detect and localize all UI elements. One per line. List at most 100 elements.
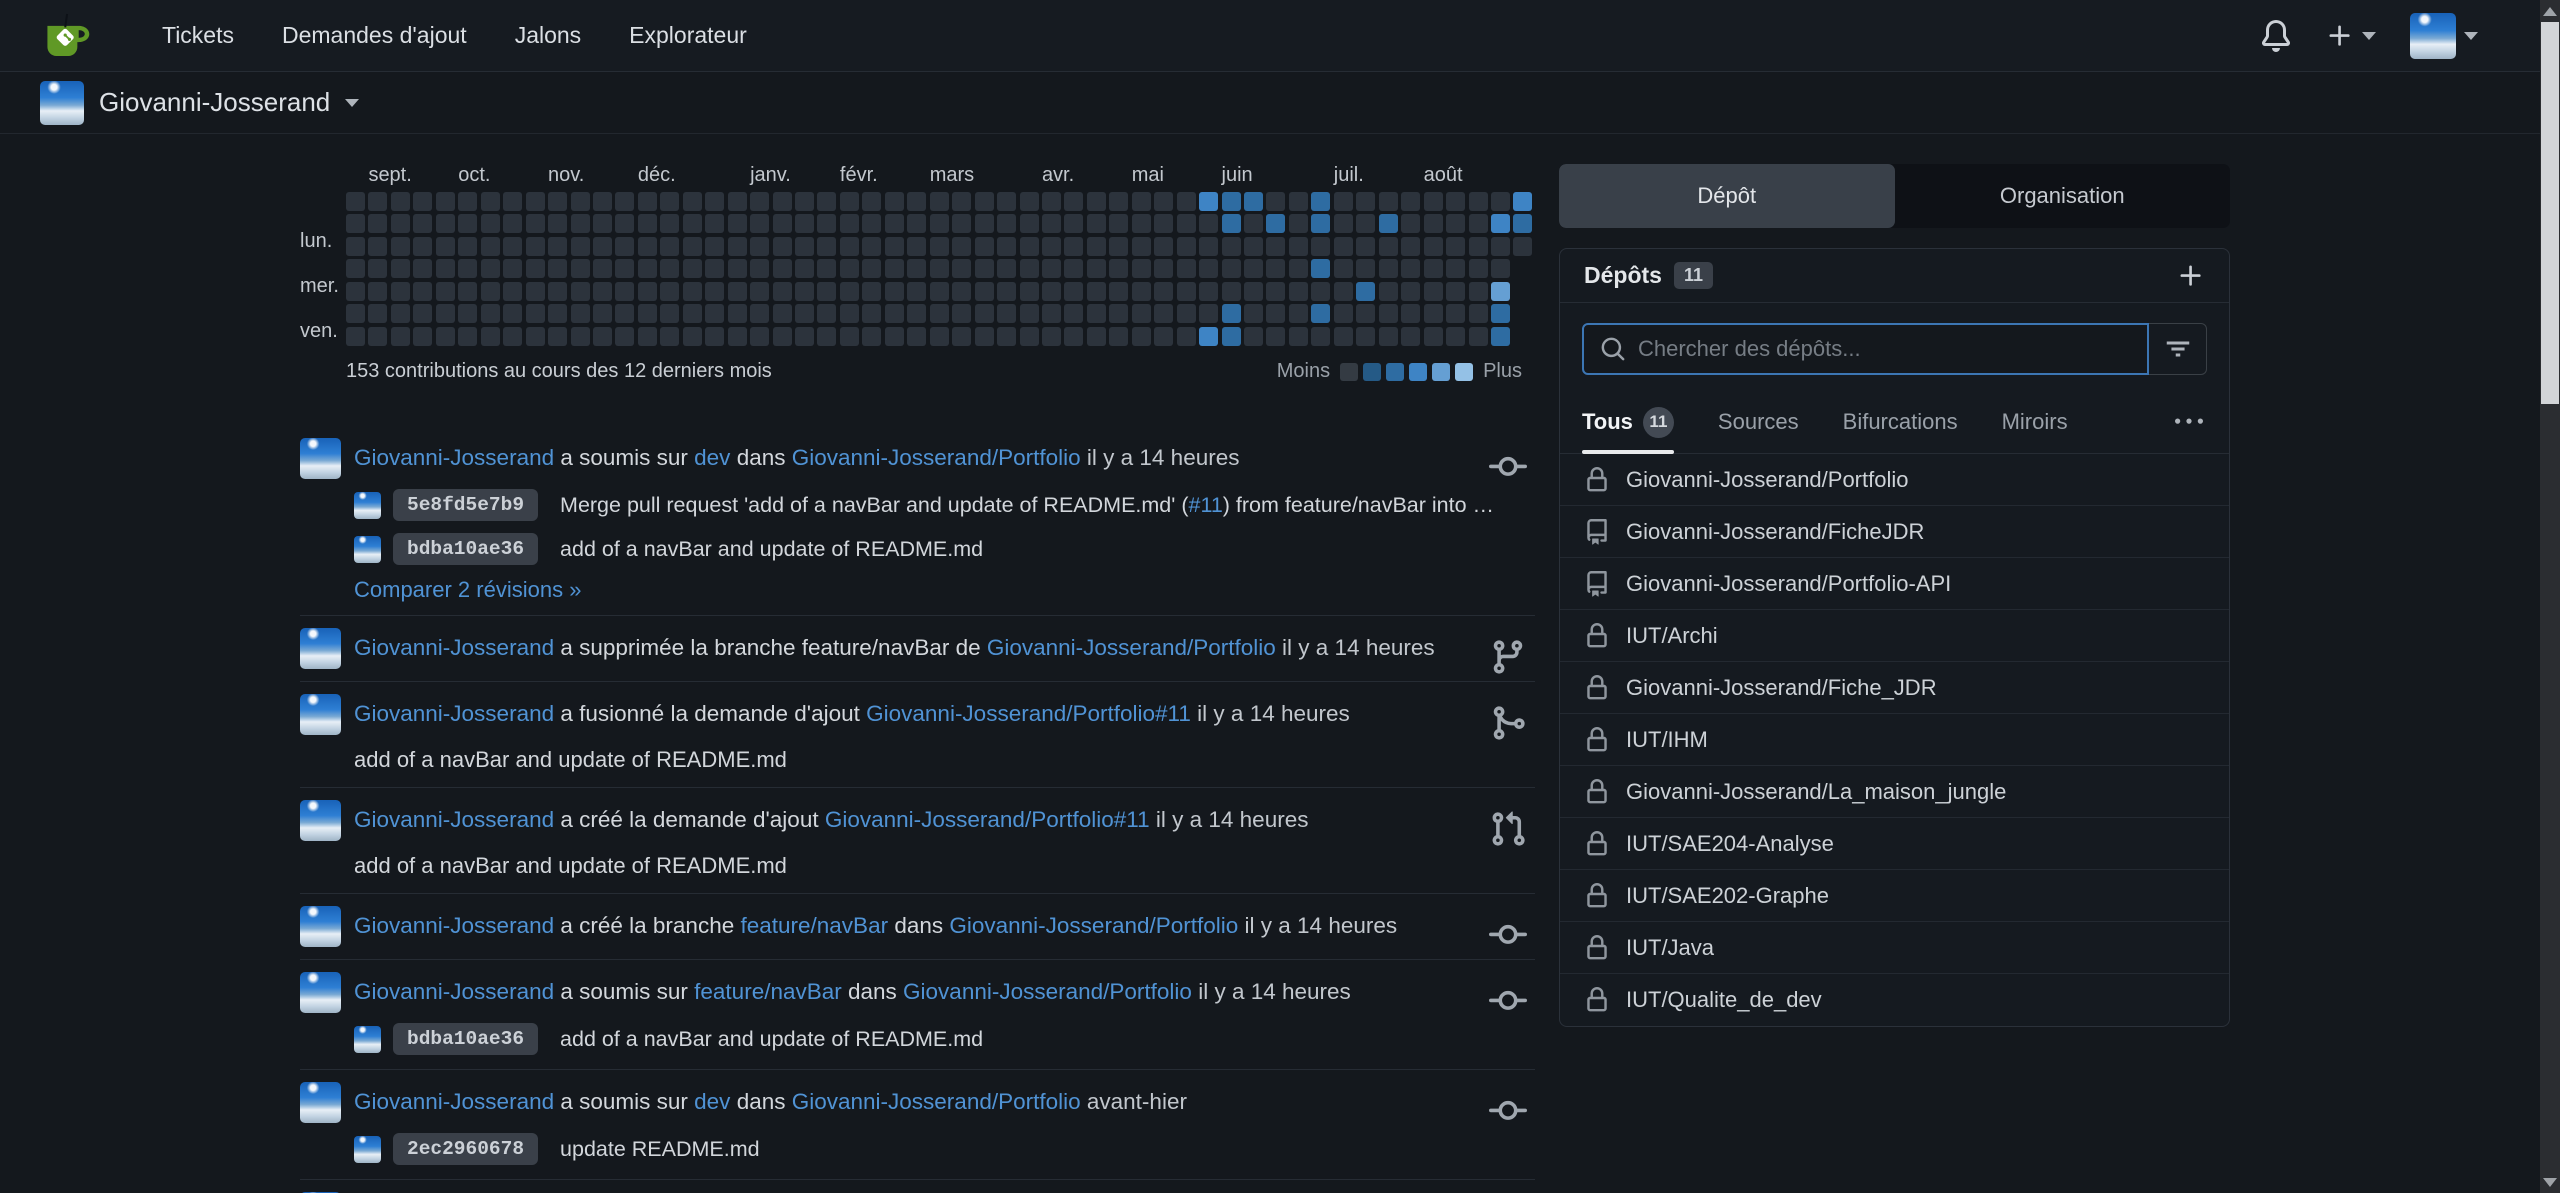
inline-link[interactable]: Giovanni-Josserand/Portfolio [792, 445, 1081, 470]
commit-row: 2ec2960678 update README.md [354, 1131, 1535, 1167]
commit-hash-badge[interactable]: bdba10ae36 [393, 1023, 538, 1055]
heatmap-cell [1244, 304, 1263, 323]
heatmap-cell [750, 192, 769, 211]
repo-filter-tab-sources[interactable]: Sources [1718, 391, 1799, 453]
heatmap-cell [593, 192, 612, 211]
inline-link[interactable]: feature/navBar [694, 979, 842, 1004]
repo-list-item[interactable]: Giovanni-Josserand/FicheJDR [1560, 506, 2229, 558]
heatmap-cell [683, 304, 702, 323]
heatmap-cell [1424, 282, 1443, 301]
compare-revisions-link[interactable]: Comparer 2 révisions » [354, 577, 581, 603]
inline-link[interactable]: dev [694, 1089, 730, 1114]
feed-entry: Giovanni-Josserand a soumis sur dev dans… [300, 426, 1535, 616]
inline-link[interactable]: Giovanni-Josserand/Portfolio [949, 913, 1238, 938]
inline-link[interactable]: Giovanni-Josserand/Portfolio [987, 635, 1276, 660]
more-filters-kebab-icon[interactable] [2175, 408, 2207, 436]
inline-link[interactable]: Giovanni-Josserand [354, 635, 554, 660]
tab-organisation[interactable]: Organisation [1895, 164, 2231, 228]
repo-name[interactable]: IUT/Java [1626, 935, 1714, 961]
inline-link[interactable]: dev [694, 445, 730, 470]
repo-list-item[interactable]: IUT/SAE204-Analyse [1560, 818, 2229, 870]
repo-name[interactable]: Giovanni-Josserand/Portfolio [1626, 467, 1908, 493]
heatmap-cell [705, 259, 724, 278]
heatmap-cell [975, 192, 994, 211]
git-commit-icon [1489, 1092, 1527, 1130]
repo-name[interactable]: IUT/Qualite_de_dev [1626, 987, 1822, 1013]
chevron-down-icon[interactable] [345, 99, 359, 107]
heatmap-cell [952, 327, 971, 346]
plus-icon [2326, 22, 2354, 50]
repo-filter-tab-bifurcations[interactable]: Bifurcations [1843, 391, 1958, 453]
commit-message: add of a navBar and update of README.md [560, 537, 983, 562]
inline-link[interactable]: Giovanni-Josserand [354, 1089, 554, 1114]
heatmap-cell [1401, 192, 1420, 211]
repo-filter-button[interactable] [2149, 323, 2207, 375]
inline-link[interactable]: #11 [1189, 493, 1223, 517]
heatmap-cell [1311, 282, 1330, 301]
repo-name[interactable]: IUT/IHM [1626, 727, 1708, 753]
heatmap-cell [1042, 214, 1061, 233]
navbar-link-explorateur[interactable]: Explorateur [605, 0, 771, 72]
repo-filter-tab-tous[interactable]: Tous11 [1582, 391, 1674, 453]
inline-link[interactable]: Giovanni-Josserand/Portfolio [792, 1089, 1081, 1114]
commit-hash-badge[interactable]: bdba10ae36 [393, 533, 538, 565]
commit-message: update README.md [560, 1137, 760, 1162]
inline-link[interactable]: Giovanni-Josserand [354, 807, 554, 832]
inline-link[interactable]: Giovanni-Josserand/Portfolio#11 [825, 807, 1150, 832]
inline-link[interactable]: Giovanni-Josserand [354, 913, 554, 938]
contribution-heatmap: sept.oct.nov.déc.janv.févr.marsavr.maiju… [300, 164, 1535, 414]
navbar-link-demandes-d-ajout[interactable]: Demandes d'ajout [258, 0, 491, 72]
repo-list-item[interactable]: Giovanni-Josserand/La_maison_jungle [1560, 766, 2229, 818]
repo-name[interactable]: Giovanni-Josserand/FicheJDR [1626, 519, 1924, 545]
navbar-link-jalons[interactable]: Jalons [491, 0, 605, 72]
repo-search-input[interactable] [1638, 336, 2131, 362]
gitea-logo-icon[interactable] [40, 9, 94, 63]
repo-list-item[interactable]: IUT/Archi [1560, 610, 2229, 662]
repo-list-item[interactable]: Giovanni-Josserand/Fiche_JDR [1560, 662, 2229, 714]
notifications-bell-icon[interactable] [2260, 20, 2292, 52]
scrollbar-down-arrow[interactable] [2540, 1171, 2560, 1193]
filter-tab-label: Miroirs [2002, 409, 2068, 435]
navbar-link-tickets[interactable]: Tickets [138, 0, 258, 72]
repo-filter-tab-miroirs[interactable]: Miroirs [2002, 391, 2068, 453]
repo-name[interactable]: Giovanni-Josserand/Fiche_JDR [1626, 675, 1937, 701]
repo-name[interactable]: IUT/Archi [1626, 623, 1718, 649]
scrollbar-up-arrow[interactable] [2540, 0, 2560, 22]
repo-list-item[interactable]: Giovanni-Josserand/Portfolio-API [1560, 558, 2229, 610]
new-repository-plus-icon[interactable] [2177, 262, 2205, 290]
scrollbar-thumb[interactable] [2541, 22, 2559, 404]
inline-link[interactable]: Giovanni-Josserand [354, 445, 554, 470]
inline-link[interactable]: Giovanni-Josserand [354, 979, 554, 1004]
heatmap-cell [413, 237, 432, 256]
heatmap-cell [750, 282, 769, 301]
create-new-button[interactable] [2326, 22, 2376, 50]
repo-name[interactable]: Giovanni-Josserand/La_maison_jungle [1626, 779, 2006, 805]
repo-list-item[interactable]: IUT/SAE202-Graphe [1560, 870, 2229, 922]
repo-name[interactable]: Giovanni-Josserand/Portfolio-API [1626, 571, 1951, 597]
commit-hash-badge[interactable]: 2ec2960678 [393, 1133, 538, 1165]
heatmap-cell [1154, 237, 1173, 256]
repo-name[interactable]: IUT/SAE202-Graphe [1626, 883, 1829, 909]
repo-list-item[interactable]: IUT/Java [1560, 922, 2229, 974]
heatmap-cell [346, 237, 365, 256]
inline-link[interactable]: Giovanni-Josserand [354, 701, 554, 726]
tab-d-p-t[interactable]: Dépôt [1559, 164, 1895, 228]
heatmap-cell [1401, 282, 1420, 301]
feed-entry-header: Giovanni-Josserand a fusionné la demande… [300, 694, 1535, 735]
inline-link[interactable]: Giovanni-Josserand/Portfolio#11 [866, 701, 1191, 726]
heatmap-cell [638, 237, 657, 256]
heatmap-cell [481, 237, 500, 256]
user-menu-button[interactable] [2410, 13, 2478, 59]
legend-square [1386, 363, 1404, 381]
repo-name[interactable]: IUT/SAE204-Analyse [1626, 831, 1834, 857]
heatmap-cell [885, 327, 904, 346]
inline-link[interactable]: Giovanni-Josserand/Portfolio [903, 979, 1192, 1004]
repo-list-item[interactable]: IUT/IHM [1560, 714, 2229, 766]
commit-hash-badge[interactable]: 5e8fd5e7b9 [393, 489, 538, 521]
repo-list-item[interactable]: IUT/Qualite_de_dev [1560, 974, 2229, 1026]
heatmap-month-label: déc. [638, 164, 676, 187]
heatmap-cell [750, 327, 769, 346]
repo-list-item[interactable]: Giovanni-Josserand/Portfolio [1560, 454, 2229, 506]
page-scrollbar[interactable] [2540, 0, 2560, 1193]
inline-link[interactable]: feature/navBar [740, 913, 888, 938]
